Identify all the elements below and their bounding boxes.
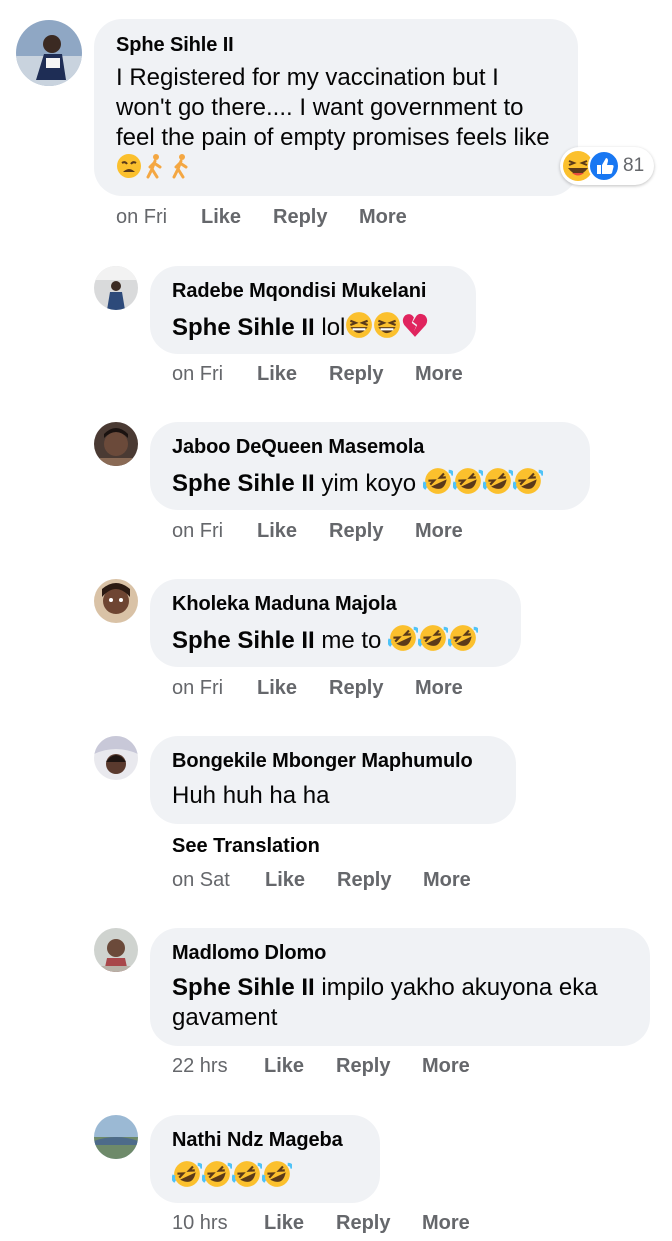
comment-body: yim koyo <box>321 470 417 497</box>
like-reaction-icon <box>588 150 620 182</box>
avatar[interactable] <box>16 20 82 86</box>
comment-bubble: Bongekile Mbonger Maphumulo Huh huh ha h… <box>150 736 516 824</box>
rolling-on-floor-laughing-icon <box>512 467 545 503</box>
comment-text: Sphe Sihle II yim koyo <box>172 467 545 503</box>
avatar[interactable] <box>94 422 138 466</box>
comment-body: impilo yakho akuyona eka <box>321 974 598 1001</box>
reply-button[interactable]: Reply <box>337 869 391 892</box>
avatar[interactable] <box>94 736 138 780</box>
reply-button[interactable]: Reply <box>329 677 383 700</box>
comment-bubble: Madlomo Dlomo Sphe Sihle II impilo yakho… <box>150 928 650 1046</box>
comment-text <box>171 1160 294 1196</box>
rolling-on-floor-laughing-icon <box>261 1160 294 1196</box>
reply-button[interactable]: Reply <box>329 520 383 543</box>
person-walking-icon <box>142 153 168 187</box>
reply-button[interactable]: Reply <box>336 1212 390 1235</box>
like-button[interactable]: Like <box>257 677 297 700</box>
comment-author[interactable]: Radebe Mqondisi Mukelani <box>172 280 426 303</box>
rolling-on-floor-laughing-icon <box>417 624 450 660</box>
avatar[interactable] <box>94 266 138 310</box>
comment-time[interactable]: on Fri <box>172 677 223 700</box>
more-button[interactable]: More <box>415 520 463 543</box>
more-button[interactable]: More <box>359 206 407 229</box>
reactions-count: 81 <box>623 155 645 176</box>
comment-sphe-sihle: Sphe Sihle II I Registered for my vaccin… <box>0 0 672 240</box>
more-button[interactable]: More <box>415 363 463 386</box>
more-button[interactable]: More <box>415 677 463 700</box>
avatar[interactable] <box>94 928 138 972</box>
rolling-on-floor-laughing-icon <box>387 624 420 660</box>
more-button[interactable]: More <box>422 1212 470 1235</box>
rolling-on-floor-laughing-icon <box>422 467 455 503</box>
comment-author[interactable]: Sphe Sihle II <box>116 34 234 57</box>
mention-link[interactable]: Sphe Sihle II <box>172 314 315 341</box>
comment-author[interactable]: Jaboo DeQueen Masemola <box>172 436 424 459</box>
comment-time[interactable]: 22 hrs <box>172 1055 228 1078</box>
reply-nathi: Nathi Ndz Mageba 10 hrs Like Reply More <box>0 1110 672 1241</box>
weary-face-icon <box>116 153 142 187</box>
avatar[interactable] <box>94 1115 138 1159</box>
like-button[interactable]: Like <box>201 206 241 229</box>
comment-bubble: Jaboo DeQueen Masemola Sphe Sihle II yim… <box>150 422 590 510</box>
more-button[interactable]: More <box>423 869 471 892</box>
comment-author[interactable]: Madlomo Dlomo <box>172 942 326 965</box>
mention-link[interactable]: Sphe Sihle II <box>172 974 315 1001</box>
like-button[interactable]: Like <box>264 1055 304 1078</box>
grinning-squinting-face-icon <box>345 311 373 347</box>
mention-link[interactable]: Sphe Sihle II <box>172 470 315 497</box>
rolling-on-floor-laughing-icon <box>171 1160 204 1196</box>
reply-jaboo: Jaboo DeQueen Masemola Sphe Sihle II yim… <box>0 417 672 557</box>
avatar[interactable] <box>94 579 138 623</box>
comment-body-line2: gavament <box>172 1004 278 1031</box>
comment-author[interactable]: Nathi Ndz Mageba <box>172 1129 343 1152</box>
grinning-squinting-face-icon <box>373 311 401 347</box>
rolling-on-floor-laughing-icon <box>201 1160 234 1196</box>
comment-time[interactable]: on Fri <box>172 363 223 386</box>
reply-radebe: Radebe Mqondisi Mukelani Sphe Sihle II l… <box>0 260 672 400</box>
comment-body: me to <box>321 627 382 654</box>
comment-author[interactable]: Kholeka Maduna Majola <box>172 593 397 616</box>
broken-heart-icon <box>401 311 429 347</box>
more-button[interactable]: More <box>422 1055 470 1078</box>
like-button[interactable]: Like <box>265 869 305 892</box>
comment-text: Huh huh ha ha <box>172 781 329 811</box>
person-walking-icon <box>168 153 194 187</box>
comment-text: Sphe Sihle II impilo yakho akuyona eka g… <box>172 973 642 1033</box>
reply-button[interactable]: Reply <box>336 1055 390 1078</box>
comment-time[interactable]: on Fri <box>116 206 167 229</box>
comment-author[interactable]: Bongekile Mbonger Maphumulo <box>172 750 473 773</box>
rolling-on-floor-laughing-icon <box>231 1160 264 1196</box>
rolling-on-floor-laughing-icon <box>447 624 480 660</box>
comment-bubble: Sphe Sihle II I Registered for my vaccin… <box>94 19 578 196</box>
reply-kholeka: Kholeka Maduna Majola Sphe Sihle II me t… <box>0 574 672 714</box>
rolling-on-floor-laughing-icon <box>482 467 515 503</box>
comment-text: Sphe Sihle II lol <box>172 311 429 347</box>
comment-time[interactable]: on Fri <box>172 520 223 543</box>
reply-bongekile: Bongekile Mbonger Maphumulo Huh huh ha h… <box>0 731 672 911</box>
comment-bubble: Kholeka Maduna Majola Sphe Sihle II me t… <box>150 579 521 667</box>
comment-body: I Registered for my vaccination but I wo… <box>116 64 550 151</box>
reply-button[interactable]: Reply <box>329 363 383 386</box>
comment-text: I Registered for my vaccination but I wo… <box>116 63 556 187</box>
comment-bubble: Nathi Ndz Mageba <box>150 1115 380 1203</box>
like-button[interactable]: Like <box>257 363 297 386</box>
comment-bubble: Radebe Mqondisi Mukelani Sphe Sihle II l… <box>150 266 476 354</box>
comment-body: Huh huh ha ha <box>172 782 330 809</box>
comment-body: lol <box>321 314 346 341</box>
mention-link[interactable]: Sphe Sihle II <box>172 627 315 654</box>
reply-button[interactable]: Reply <box>273 206 327 229</box>
like-button[interactable]: Like <box>257 520 297 543</box>
reply-madlomo: Madlomo Dlomo Sphe Sihle II impilo yakho… <box>0 923 672 1093</box>
comment-text: Sphe Sihle II me to <box>172 624 480 660</box>
comment-time[interactable]: on Sat <box>172 869 230 892</box>
rolling-on-floor-laughing-icon <box>452 467 485 503</box>
like-button[interactable]: Like <box>264 1212 304 1235</box>
see-translation-link[interactable]: See Translation <box>172 835 320 858</box>
reactions-summary[interactable]: 81 <box>560 147 654 185</box>
comment-time[interactable]: 10 hrs <box>172 1212 228 1235</box>
